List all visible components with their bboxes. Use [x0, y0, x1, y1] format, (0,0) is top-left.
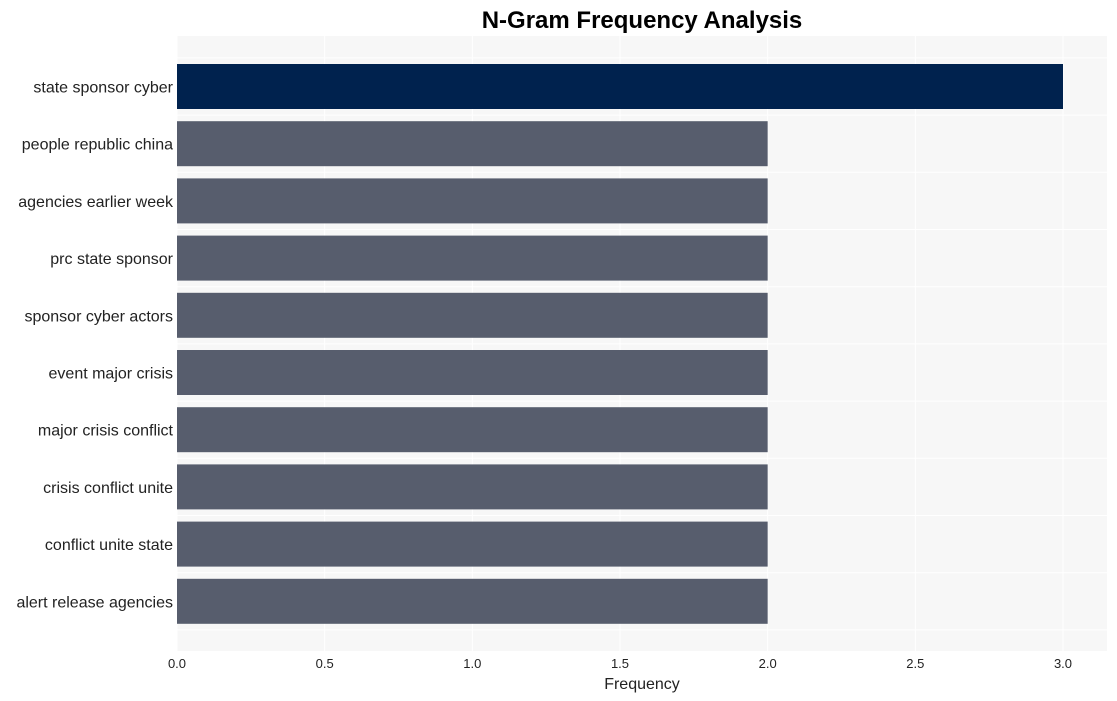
- bar: [177, 64, 1063, 109]
- x-axis-ticks: 0.0 0.5 1.0 1.5 2.0 2.5 3.0: [168, 656, 1072, 671]
- y-tick-label: event major crisis: [49, 366, 173, 383]
- y-tick-label: conflict unite state: [45, 537, 173, 554]
- bar: [177, 578, 768, 624]
- chart: state sponsor cyber people republic china…: [16, 7, 1107, 693]
- y-tick-label: major crisis conflict: [38, 423, 174, 440]
- x-tick-label: 1.5: [611, 656, 629, 671]
- y-tick-label: sponsor cyber actors: [24, 308, 173, 325]
- chart-title: N-Gram Frequency Analysis: [482, 7, 803, 34]
- y-tick-label: people republic china: [22, 137, 173, 154]
- y-tick-label: crisis conflict unite: [43, 480, 173, 497]
- x-tick-label: 0.0: [168, 656, 186, 671]
- y-tick-label: prc state sponsor: [50, 251, 173, 268]
- y-tick-label: agencies earlier week: [18, 194, 174, 211]
- bar: [177, 407, 768, 453]
- x-tick-label: 3.0: [1054, 656, 1072, 671]
- bar: [177, 292, 768, 338]
- bar: [177, 235, 768, 281]
- bar: [177, 521, 768, 567]
- y-tick-label: alert release agencies: [16, 594, 173, 611]
- y-axis-labels: state sponsor cyber people republic china…: [16, 80, 174, 612]
- bar: [177, 350, 768, 395]
- x-tick-label: 1.0: [463, 656, 481, 671]
- x-tick-label: 2.5: [906, 656, 924, 671]
- x-tick-label: 0.5: [316, 656, 334, 671]
- bar: [177, 121, 768, 167]
- bar: [177, 464, 768, 510]
- x-tick-label: 2.0: [759, 656, 777, 671]
- y-tick-label: state sponsor cyber: [33, 80, 173, 97]
- bar: [177, 178, 768, 224]
- x-axis-label: Frequency: [604, 676, 680, 693]
